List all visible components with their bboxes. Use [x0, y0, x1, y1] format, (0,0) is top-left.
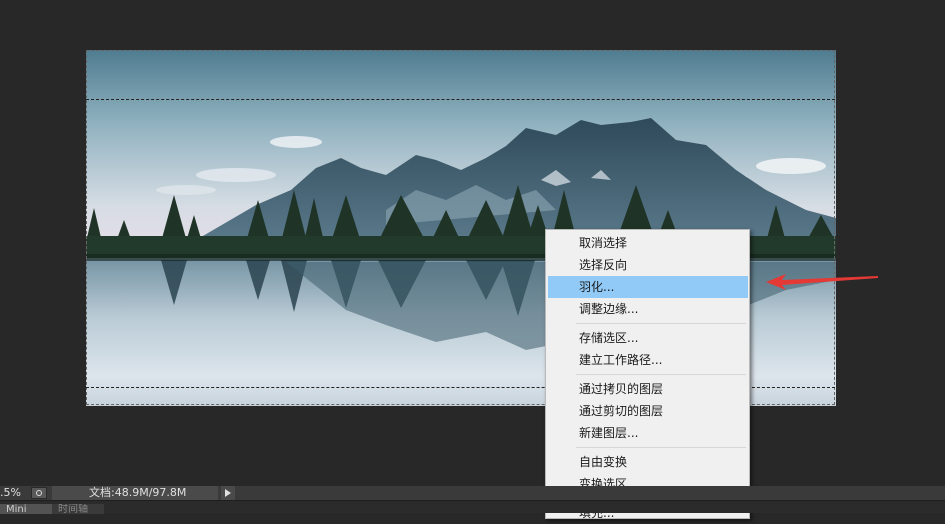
context-menu: 取消选择 选择反向 羽化... 调整边缘... 存储选区... 建立工作路径..…	[545, 229, 750, 520]
play-triangle-icon[interactable]	[221, 486, 235, 500]
menu-item-save-selection[interactable]: 存储选区...	[548, 327, 748, 349]
menu-item-layer-via-copy[interactable]: 通过拷贝的图层	[548, 378, 748, 400]
menu-item-feather[interactable]: 羽化...	[548, 276, 748, 298]
tab-timeline[interactable]: 时间轴	[52, 504, 104, 514]
menu-item-deselect[interactable]: 取消选择	[548, 232, 748, 254]
tab-mini-bridge[interactable]: Mini Bridge	[0, 504, 52, 514]
menu-item-free-transform[interactable]: 自由变换	[548, 451, 748, 473]
zoom-level[interactable]: .5%	[0, 486, 28, 500]
status-info-icon[interactable]	[31, 487, 47, 499]
menu-item-layer-via-cut[interactable]: 通过剪切的图层	[548, 400, 748, 422]
status-bar: .5% 文档:48.9M/97.8M	[0, 486, 945, 500]
document-size-info: 文档:48.9M/97.8M	[52, 486, 218, 500]
red-arrow-icon	[766, 274, 878, 290]
menu-item-make-work-path[interactable]: 建立工作路径...	[548, 349, 748, 371]
menu-separator	[576, 323, 746, 324]
menu-item-refine-edge[interactable]: 调整边缘...	[548, 298, 748, 320]
menu-separator	[576, 374, 746, 375]
menu-item-select-inverse[interactable]: 选择反向	[548, 254, 748, 276]
menu-separator	[576, 447, 746, 448]
panel-tab-bar: Mini Bridge 时间轴	[0, 500, 945, 514]
menu-item-new-layer[interactable]: 新建图层...	[548, 422, 748, 444]
document-canvas[interactable]: 取消选择 选择反向 羽化... 调整边缘... 存储选区... 建立工作路径..…	[0, 0, 945, 520]
